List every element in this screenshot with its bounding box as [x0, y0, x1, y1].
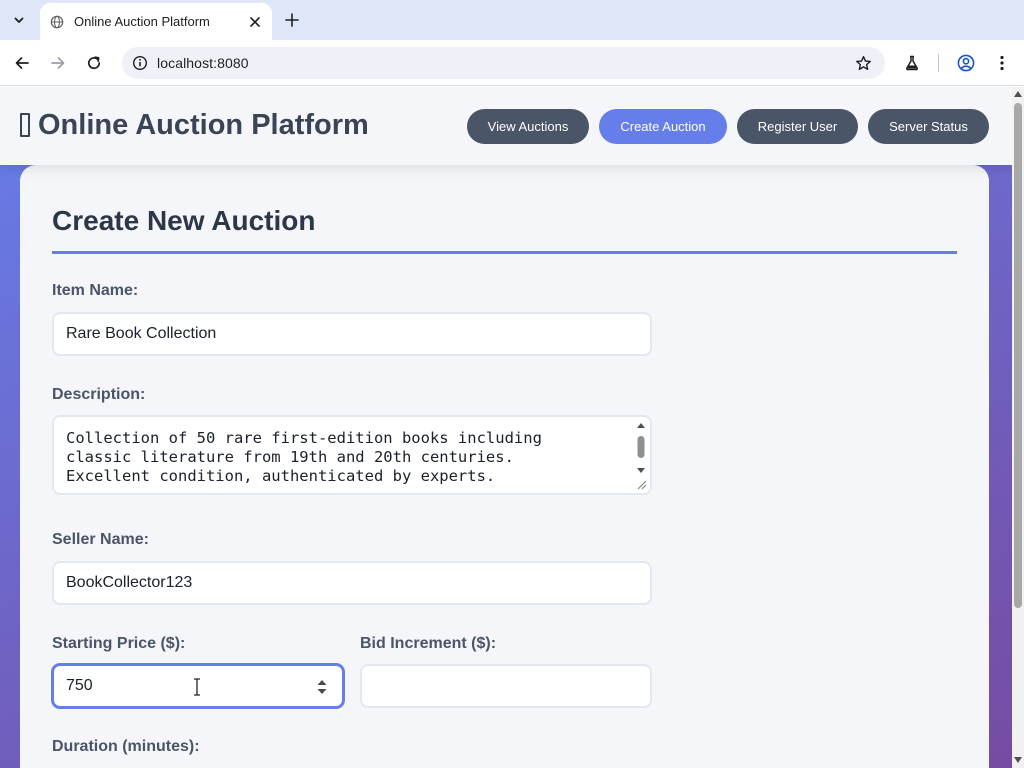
- browser-toolbar: localhost:8080: [0, 40, 1024, 86]
- bid-increment-label: Bid Increment ($):: [360, 635, 497, 652]
- nav-create-auction[interactable]: Create Auction: [599, 109, 727, 144]
- description-line: Collection of 50 rare first-edition book…: [66, 429, 542, 447]
- page-scrollbar[interactable]: [1012, 87, 1024, 768]
- description-textarea[interactable]: Collection of 50 rare first-edition book…: [52, 415, 652, 495]
- browser-menu-button[interactable]: [991, 52, 1013, 74]
- page-title: Create New Auction: [52, 205, 316, 236]
- nav-server-status[interactable]: Server Status: [868, 109, 989, 144]
- missing-glyph-icon: [20, 113, 30, 137]
- profile-button[interactable]: [955, 52, 977, 74]
- item-name-input[interactable]: Rare Book Collection: [52, 312, 652, 356]
- description-label: Description:: [52, 386, 146, 403]
- starting-price-label: Starting Price ($):: [52, 635, 186, 652]
- nav-register-user[interactable]: Register User: [737, 109, 858, 144]
- scroll-up-arrow-icon[interactable]: [1014, 91, 1022, 97]
- site-header: Online Auction Platform View Auctions Cr…: [0, 87, 1012, 165]
- tab-close-button[interactable]: [244, 11, 266, 33]
- tab-search-button[interactable]: [6, 7, 32, 33]
- seller-name-input[interactable]: BookCollector123: [52, 561, 652, 605]
- address-bar[interactable]: localhost:8080: [122, 47, 885, 79]
- starting-price-input[interactable]: 750: [52, 664, 344, 708]
- reload-button[interactable]: [82, 51, 106, 75]
- scrollbar-thumb[interactable]: [1014, 103, 1022, 608]
- text-cursor-icon: [194, 678, 200, 696]
- browser-tab[interactable]: Online Auction Platform: [40, 3, 272, 40]
- number-spinner-icon[interactable]: [316, 678, 328, 696]
- labs-button[interactable]: [901, 52, 923, 74]
- forward-button[interactable]: [46, 51, 70, 75]
- create-auction-card: Create New Auction Item Name: Rare Book …: [20, 165, 989, 768]
- reload-icon: [87, 56, 101, 70]
- bid-increment-input[interactable]: [360, 664, 652, 708]
- back-arrow-icon: [15, 57, 29, 69]
- plus-icon: [285, 13, 299, 27]
- kebab-menu-icon: [1000, 55, 1004, 71]
- flask-icon: [905, 55, 919, 71]
- site-info-icon: [132, 55, 148, 71]
- back-button[interactable]: [10, 51, 34, 75]
- url-text[interactable]: localhost:8080: [157, 55, 249, 71]
- nav-view-auctions[interactable]: View Auctions: [467, 109, 589, 144]
- toolbar-divider: [938, 54, 939, 72]
- tab-title: Online Auction Platform: [74, 14, 210, 29]
- title-underline: [52, 251, 957, 254]
- duration-label: Duration (minutes):: [52, 738, 200, 755]
- item-name-label: Item Name:: [52, 282, 139, 299]
- bookmark-button[interactable]: [853, 53, 873, 73]
- description-line: Excellent condition, authenticated by ex…: [66, 467, 496, 485]
- browser-tab-strip: Online Auction Platform: [0, 0, 1024, 40]
- logo-text: Online Auction Platform: [38, 109, 369, 141]
- site-logo[interactable]: Online Auction Platform: [20, 109, 369, 142]
- textarea-scrollbar[interactable]: [634, 419, 648, 479]
- close-icon: [250, 16, 260, 27]
- forward-arrow-icon: [51, 57, 65, 69]
- seller-name-label: Seller Name:: [52, 531, 149, 548]
- profile-icon: [957, 54, 975, 72]
- description-line: classic literature from 19th and 20th ce…: [66, 448, 514, 466]
- resize-grip-icon[interactable]: [634, 477, 648, 491]
- page-viewport: Online Auction Platform View Auctions Cr…: [0, 87, 1012, 768]
- scroll-down-arrow-icon[interactable]: [1014, 757, 1022, 763]
- chevron-down-icon: [14, 17, 24, 23]
- starting-price-value: 750: [66, 677, 93, 694]
- star-icon: [855, 55, 871, 70]
- new-tab-button[interactable]: [280, 8, 304, 32]
- site-info-button[interactable]: [129, 52, 151, 74]
- globe-icon: [50, 15, 64, 28]
